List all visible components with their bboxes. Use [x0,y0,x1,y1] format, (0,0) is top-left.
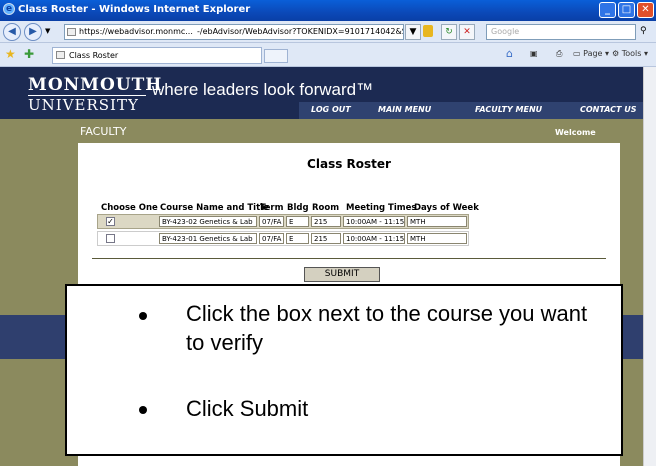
table-row: ✓ BY-423-02 Genetics & Lab 07/FA E 215 1… [97,214,469,229]
header-room: Room [312,203,340,213]
nav-log-out[interactable]: LOG OUT [311,105,351,114]
welcome-text: Welcome [555,128,596,137]
address-input[interactable]: https://webadvisor.monmc... -/ebAdvisor/… [64,24,404,40]
cell-bldg: E [286,233,309,244]
header-choose-one: Choose One [101,203,158,213]
refresh-icon[interactable]: ↻ [441,24,457,40]
course-checkbox[interactable]: ✓ [106,217,115,226]
forward-icon[interactable]: ▶ [24,23,42,41]
section-title: FACULTY [80,125,127,138]
stop-icon[interactable]: ✕ [459,24,475,40]
new-tab-button[interactable] [264,49,288,63]
logo-bottom-text: UNIVERSITY [28,96,139,114]
site-nav: LOG OUT MAIN MENU FACULTY MENU CONTACT U… [299,102,643,119]
home-icon[interactable]: ⌂ [506,47,513,60]
window-title-bar: e Class Roster - Windows Internet Explor… [0,0,656,21]
header-meeting-times: Meeting Times [346,203,417,213]
ie-logo-icon: e [3,3,15,15]
cell-course: BY-423-01 Genetics & Lab [159,233,257,244]
page-menu[interactable]: ▭ Page ▾ [573,49,609,58]
cell-room: 215 [311,233,341,244]
cell-days: MTH [407,216,467,227]
header-days: Days of Week [414,203,479,213]
nav-contact-us[interactable]: CONTACT US [580,105,637,114]
address-toolbar: ◀ ▶ ▼ https://webadvisor.monmc... -/ebAd… [0,21,656,43]
cell-days: MTH [407,233,467,244]
course-checkbox[interactable] [106,234,115,243]
lock-icon[interactable] [423,25,433,37]
header-term: Term [260,203,284,213]
search-icon[interactable]: ⚲ [640,26,647,36]
search-input[interactable]: Google [486,24,636,40]
minimize-icon[interactable]: _ [599,2,616,18]
bullet-icon [139,312,147,320]
close-icon[interactable]: ✕ [637,2,654,18]
page-title: Class Roster [307,157,391,171]
site-tagline: where leaders look forward™ [152,80,374,99]
nav-main-menu[interactable]: MAIN MENU [378,105,431,114]
add-favorites-icon[interactable]: ✚ [24,47,34,61]
tab-toolbar: ★ ✚ Class Roster ⌂ ▣ ⎙ ▭ Page ▾ ⚙ Tools … [0,43,656,67]
bullet-icon [139,406,147,414]
address-dropdown-icon[interactable]: ▼ [405,24,421,40]
instruction-step-2: Click Submit [186,396,309,421]
header-course: Course Name and Title [160,203,269,213]
tab-label: Class Roster [69,51,119,60]
favorites-star-icon[interactable]: ★ [5,47,16,61]
nav-faculty-menu[interactable]: FACULTY MENU [475,105,542,114]
url-text: https://webadvisor.monmc... [79,27,193,36]
page-favicon-icon [67,28,76,36]
table-row: BY-423-01 Genetics & Lab 07/FA E 215 10:… [97,231,469,246]
page-menu-label: Page [583,49,603,58]
tools-menu[interactable]: ⚙ Tools ▾ [612,49,648,58]
submit-button[interactable]: SUBMIT [304,267,380,282]
cell-times: 10:00AM - 11:15AM [343,216,405,227]
tab-class-roster[interactable]: Class Roster [52,47,262,64]
back-icon[interactable]: ◀ [3,23,21,41]
maximize-icon[interactable]: □ [618,2,635,18]
cell-bldg: E [286,216,309,227]
cell-course: BY-423-02 Genetics & Lab [159,216,257,227]
right-band [620,315,643,359]
cell-term: 07/FA [259,233,284,244]
cell-term: 07/FA [259,216,284,227]
feeds-icon[interactable]: ▣ [530,49,538,58]
tab-favicon-icon [56,51,65,59]
tools-menu-label: Tools [621,49,642,58]
url-tail-text: -/ebAdvisor/WebAdvisor?TOKENIDX=91017140… [197,27,404,36]
instruction-callout: Click the box next to the course you wan… [65,284,623,456]
window-title: Class Roster - Windows Internet Explorer [18,4,251,15]
cell-room: 215 [311,216,341,227]
instruction-step-1: Click the box next to the course you wan… [186,301,588,355]
history-dropdown-icon[interactable]: ▼ [45,27,50,35]
header-bldg: Bldg [287,203,309,213]
divider [92,258,606,259]
cell-times: 10:00AM - 11:15AM [343,233,405,244]
print-icon[interactable]: ⎙ [556,49,562,59]
logo-top-text: MONMOUTH [28,75,163,95]
vertical-scrollbar[interactable] [643,67,656,466]
